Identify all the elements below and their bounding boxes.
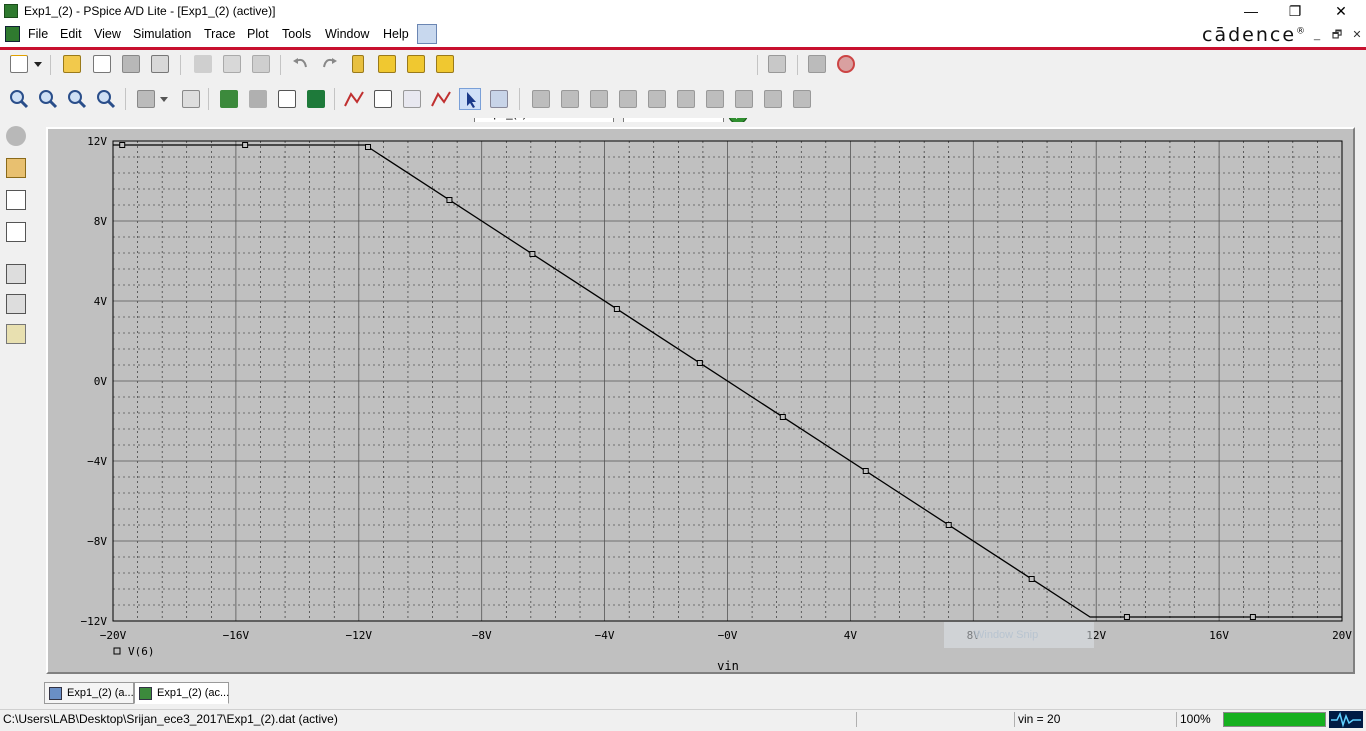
x-tick-label: −4V (595, 629, 615, 642)
status-bar: C:\Users\LAB\Desktop\Srijan_ece3_2017\Ex… (0, 709, 1366, 728)
status-divider (1176, 712, 1177, 727)
trace-marker (1123, 614, 1130, 620)
trace-marker (1249, 614, 1256, 620)
trace-marker (242, 142, 249, 148)
status-divider (856, 712, 857, 727)
progress-fill (1224, 713, 1325, 726)
trace-marker (945, 522, 952, 528)
trace-marker (529, 251, 536, 257)
trace-marker (779, 414, 786, 420)
legend[interactable]: V(6) (113, 645, 155, 658)
x-tick-label: 20V (1332, 629, 1352, 642)
tab-exp1-2-active[interactable]: Exp1_(2) (ac... (134, 682, 229, 704)
status-percent: 100% (1180, 712, 1211, 726)
simulation-progress-bar (1223, 712, 1326, 727)
x-tick-label: −16V (223, 629, 250, 642)
y-tick-label: −8V (87, 535, 107, 548)
trace-marker (696, 360, 703, 366)
x-axis-label: vin (717, 659, 739, 673)
tab-label: Exp1_(2) (ac... (157, 687, 230, 699)
x-axis-ticks: −20V−16V−12V−8V−4V−0V4V8V12V16V20V (100, 629, 1353, 642)
status-divider (1014, 712, 1015, 727)
x-tick-label: −0V (718, 629, 738, 642)
y-axis-ticks: −12V −8V −4V 0V 4V 8V 12V (81, 135, 108, 628)
document-tab-bar: Exp1_(2) (a... Exp1_(2) (ac... (0, 680, 1366, 708)
status-vin-value: vin = 20 (1018, 712, 1061, 726)
y-tick-label: 4V (94, 295, 108, 308)
y-tick-label: 8V (94, 215, 108, 228)
status-file-path: C:\Users\LAB\Desktop\Srijan_ece3_2017\Ex… (3, 712, 338, 726)
trace-marker (613, 306, 620, 312)
y-tick-label: 12V (87, 135, 107, 148)
trace-marker (365, 144, 372, 150)
x-tick-label: −20V (100, 629, 127, 642)
waveform-status-icon (1329, 711, 1363, 728)
tab-exp1-2-a[interactable]: Exp1_(2) (a... (44, 682, 134, 704)
trace-marker (1028, 576, 1035, 582)
legend-marker (113, 647, 121, 655)
trace-marker (862, 468, 869, 474)
x-tick-label: −8V (472, 629, 492, 642)
y-tick-label: −12V (81, 615, 108, 628)
legend-label: V(6) (128, 645, 155, 658)
y-tick-label: 0V (94, 375, 108, 388)
x-tick-label: −12V (346, 629, 373, 642)
window-snip-overlay: Window Snip (944, 622, 1094, 648)
y-tick-label: −4V (87, 455, 107, 468)
document-icon (49, 687, 62, 700)
waveform-chart[interactable]: −20V−16V−12V−8V−4V−0V4V8V12V16V20V −12V−… (0, 0, 1366, 680)
waveform-document-icon (139, 687, 152, 700)
x-tick-label: 4V (844, 629, 858, 642)
trace-marker (446, 197, 453, 203)
trace-marker (119, 142, 126, 148)
x-tick-label: 16V (1209, 629, 1229, 642)
tab-label: Exp1_(2) (a... (67, 687, 134, 699)
